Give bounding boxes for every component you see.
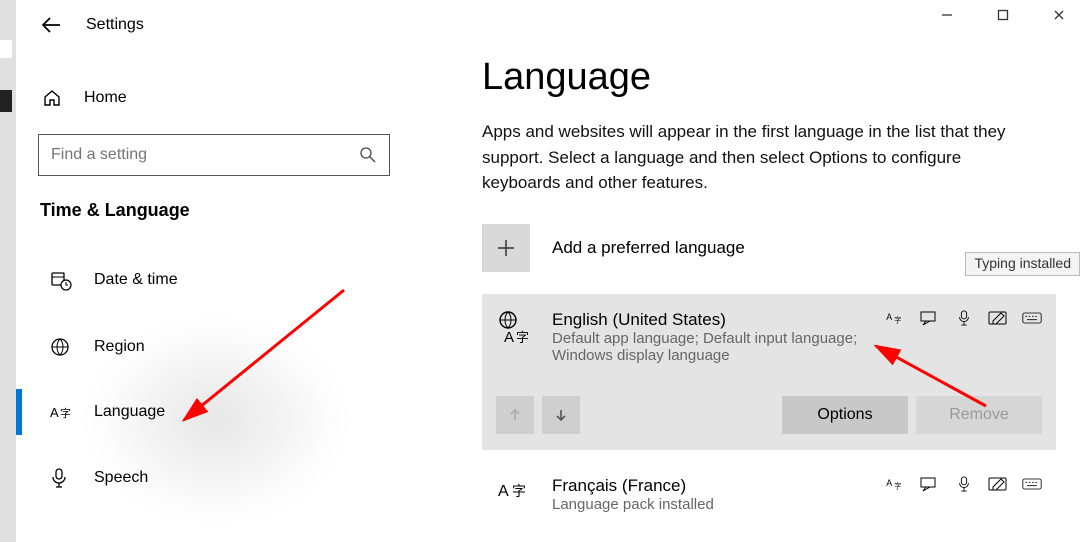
display-lang-icon: A字 [886, 310, 906, 326]
svg-text:字: 字 [894, 481, 901, 490]
search-icon [359, 146, 377, 164]
settings-window: Settings Home Time & Language Date & tim… [16, 0, 1080, 542]
nav-label: Region [94, 338, 145, 356]
language-item[interactable]: A字 Français (France) Language pack insta… [482, 460, 1056, 529]
search-field[interactable] [51, 146, 359, 164]
tooltip: Typing installed [965, 252, 1080, 276]
section-header: Time & Language [40, 200, 412, 221]
microphone-icon [50, 467, 72, 489]
sidebar-item-region[interactable]: Region [36, 323, 412, 371]
language-a-icon: A字 [496, 310, 532, 346]
nav-label: Date & time [94, 271, 178, 289]
main-content: Language Apps and websites will appear i… [436, 0, 1080, 542]
app-title: Settings [86, 16, 144, 34]
page-title: Language [482, 56, 1056, 99]
home-icon [42, 88, 62, 108]
svg-text:A: A [504, 329, 514, 346]
svg-text:字: 字 [516, 330, 529, 345]
svg-text:A: A [886, 477, 892, 487]
svg-text:A: A [886, 311, 892, 321]
move-up-button[interactable] [496, 396, 534, 434]
speech-icon [954, 310, 974, 326]
handwriting-icon [988, 310, 1008, 326]
globe-icon [50, 337, 72, 357]
sidebar-item-speech[interactable]: Speech [36, 453, 412, 503]
language-icon: A字 [50, 403, 72, 421]
move-down-button[interactable] [542, 396, 580, 434]
remove-button[interactable]: Remove [916, 396, 1042, 434]
language-subtitle: Language pack installed [552, 496, 866, 513]
svg-text:A: A [498, 483, 509, 500]
plus-icon[interactable] [482, 224, 530, 272]
svg-text:字: 字 [512, 483, 526, 499]
sidebar-item-datetime[interactable]: Date & time [36, 255, 412, 305]
options-button[interactable]: Options [782, 396, 908, 434]
language-name: English (United States) [552, 310, 866, 330]
sidebar-item-home[interactable]: Home [36, 80, 412, 116]
sidebar-item-language[interactable]: A字 Language [36, 389, 412, 435]
text-to-speech-icon [920, 310, 940, 326]
language-name: Français (France) [552, 476, 866, 496]
language-a-icon: A字 [496, 476, 532, 502]
page-description: Apps and websites will appear in the fir… [482, 119, 1042, 196]
speech-icon [954, 476, 974, 492]
language-badges: A字 [886, 310, 1042, 326]
add-label: Add a preferred language [552, 238, 745, 258]
display-lang-icon: A字 [886, 476, 906, 492]
language-item[interactable]: A字 English (United States) Default app l… [482, 294, 1056, 450]
handwriting-icon [988, 476, 1008, 492]
search-input[interactable] [38, 134, 390, 176]
nav-label: Speech [94, 469, 148, 487]
sidebar: Settings Home Time & Language Date & tim… [16, 0, 436, 542]
browser-edge [0, 0, 16, 542]
back-icon[interactable] [40, 16, 62, 34]
home-label: Home [84, 89, 127, 107]
header-row: Settings [36, 16, 412, 34]
language-subtitle: Default app language; Default input lang… [552, 330, 866, 364]
keyboard-icon [1022, 476, 1042, 492]
keyboard-icon [1022, 310, 1042, 326]
language-badges: A字 [886, 476, 1042, 492]
svg-text:字: 字 [894, 315, 901, 324]
nav-label: Language [94, 403, 165, 421]
svg-text:A: A [50, 405, 59, 420]
text-to-speech-icon [920, 476, 940, 492]
svg-text:字: 字 [60, 406, 71, 420]
clock-calendar-icon [50, 269, 72, 291]
